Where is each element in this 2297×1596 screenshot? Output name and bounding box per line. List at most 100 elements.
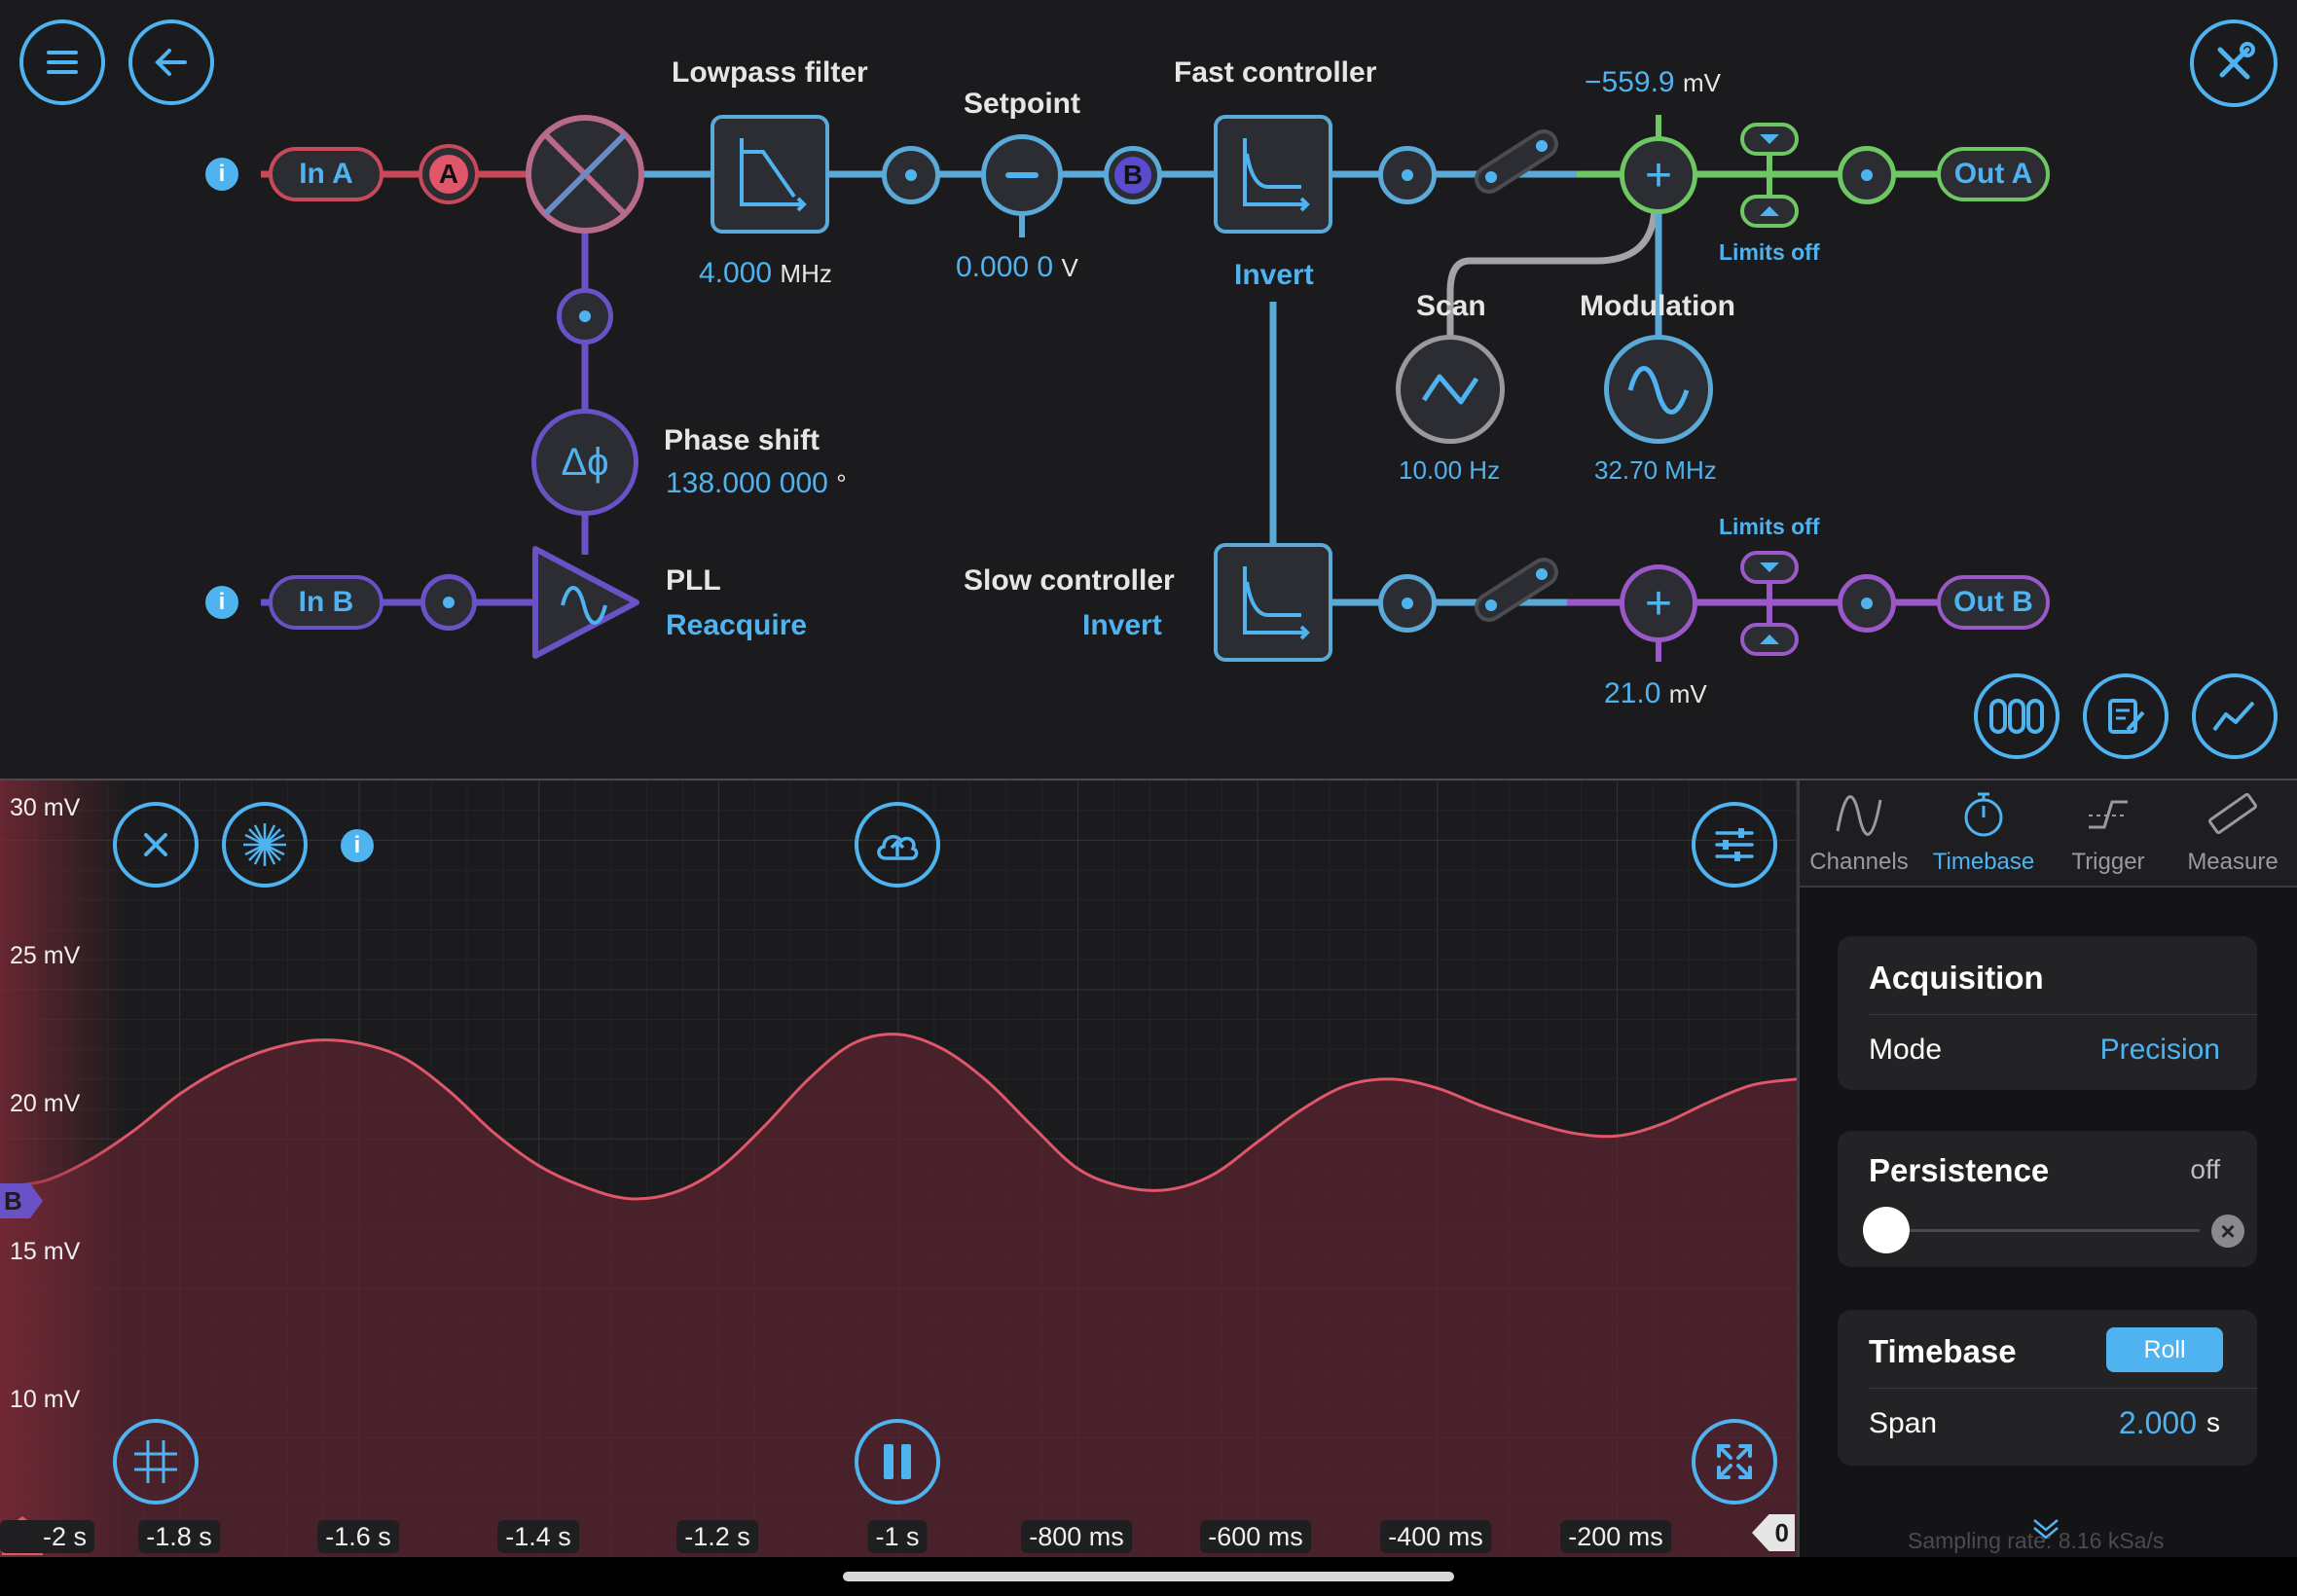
y-tick-label: 30 mV: [10, 794, 81, 821]
pause-icon: [884, 1444, 911, 1479]
plus-icon: +: [1644, 577, 1673, 630]
scan-generator[interactable]: [1396, 335, 1505, 444]
channel-a-marker-label: A: [429, 155, 468, 194]
triangle-down-icon: [1760, 134, 1779, 144]
connection-node[interactable]: [1838, 146, 1896, 204]
persistence-slider-thumb[interactable]: [1863, 1207, 1910, 1253]
input-b-button[interactable]: In B: [269, 575, 383, 630]
cloud-upload-icon: [877, 835, 919, 860]
back-button[interactable]: [128, 19, 214, 105]
controller-response-icon: [1243, 138, 1310, 212]
connection-node[interactable]: [1838, 574, 1896, 633]
connection-node[interactable]: [557, 288, 613, 345]
fast-controller-block[interactable]: [1214, 115, 1332, 234]
tab-trigger[interactable]: Trigger: [2046, 784, 2170, 882]
node-dot-icon: [579, 310, 591, 322]
phase-shift-value: 138.000 000: [666, 467, 828, 499]
mode-value[interactable]: Precision: [2100, 1034, 2220, 1067]
info-icon-scope[interactable]: i: [341, 829, 374, 862]
tab-channels[interactable]: Channels: [1797, 784, 1921, 882]
fast-controller-invert[interactable]: Invert: [1234, 259, 1314, 292]
setpoint-subtract-node[interactable]: [981, 134, 1063, 216]
span-label: Span: [1869, 1407, 1938, 1439]
y-tick-label: 10 mV: [10, 1386, 81, 1413]
mixer-icon[interactable]: [522, 111, 648, 237]
modulation-generator[interactable]: [1604, 335, 1713, 444]
separator: [1869, 1388, 2257, 1389]
offset-b-row[interactable]: 21.0 mV: [1604, 677, 1707, 710]
output-switch-a[interactable]: [1470, 123, 1563, 200]
limits-a-status[interactable]: Limits off: [1719, 239, 1820, 266]
setpoint-value-row[interactable]: 0.000 0 V: [956, 251, 1078, 284]
x-tick-label: -1.2 s: [676, 1520, 758, 1553]
clear-button[interactable]: [113, 802, 199, 888]
input-a-button[interactable]: In A: [269, 147, 383, 201]
channel-b-marker[interactable]: B: [1104, 146, 1162, 204]
scan-frequency[interactable]: 10.00 Hz: [1399, 455, 1500, 486]
modulation-frequency[interactable]: 32.70 MHz: [1594, 455, 1717, 486]
offset-a-unit: mV: [1682, 68, 1721, 97]
tab-label: Measure: [2187, 849, 2279, 875]
output-switch-b[interactable]: [1470, 551, 1563, 629]
notes-button[interactable]: [2083, 673, 2169, 759]
info-icon-in-a[interactable]: i: [205, 158, 238, 191]
home-indicator[interactable]: [843, 1572, 1454, 1581]
persistence-clear-icon[interactable]: ×: [2211, 1215, 2244, 1248]
adder-b-node[interactable]: +: [1620, 564, 1697, 642]
lowpass-filter-block[interactable]: [711, 115, 829, 234]
offset-a-row[interactable]: −559.9 mV: [1585, 66, 1721, 99]
modulation-title: Modulation: [1580, 290, 1735, 322]
scope-settings-button[interactable]: [1692, 802, 1777, 888]
export-button[interactable]: [855, 802, 940, 888]
channel-a-marker[interactable]: A: [419, 144, 479, 204]
node-dot-icon: [1861, 169, 1873, 181]
slow-controller-invert[interactable]: Invert: [1082, 609, 1162, 642]
phase-shift-block[interactable]: Δϕ: [531, 409, 638, 516]
acquisition-card: Acquisition Mode Precision: [1838, 936, 2257, 1090]
plot-view-button[interactable]: [2192, 673, 2278, 759]
pause-button[interactable]: [855, 1419, 940, 1505]
oscilloscope-plot[interactable]: 30 mV 25 mV 20 mV 15 mV 10 mV B i 0: [0, 780, 1797, 1557]
sliders-icon: [1715, 828, 1754, 861]
persistence-slider-track[interactable]: [1877, 1229, 2200, 1232]
menu-button[interactable]: [19, 19, 105, 105]
signal-flow-panel: i i In A In B A Lowpass filter 4.000 MHz…: [0, 0, 2297, 779]
tab-measure[interactable]: Measure: [2170, 784, 2295, 882]
output-b-button[interactable]: Out B: [1937, 575, 2050, 630]
numeric-view-button[interactable]: [1974, 673, 2060, 759]
lower-limit-b-button[interactable]: [1740, 623, 1799, 656]
expand-icon: [1717, 1444, 1752, 1479]
lower-limit-a-button[interactable]: [1740, 195, 1799, 228]
connection-node[interactable]: [1378, 146, 1437, 204]
line-chart-icon: [2212, 701, 2255, 732]
info-icon-in-b[interactable]: i: [205, 586, 238, 619]
offset-b-value: 21.0: [1604, 677, 1661, 709]
lowpass-filter-icon: [740, 138, 807, 212]
tab-timebase[interactable]: Timebase: [1921, 784, 2046, 882]
phase-shift-unit: °: [836, 469, 847, 498]
tools-button[interactable]: [2190, 19, 2278, 107]
connection-node[interactable]: [1378, 574, 1437, 633]
connection-node[interactable]: [882, 146, 940, 204]
phase-shift-value-row[interactable]: 138.000 000 °: [666, 467, 847, 500]
upper-limit-a-button[interactable]: [1740, 123, 1799, 156]
timebase-title: Timebase: [1869, 1333, 2017, 1369]
slow-controller-block[interactable]: [1214, 543, 1332, 662]
sine-wave-icon: [1836, 795, 1882, 836]
controller-response-icon: [1243, 566, 1310, 640]
roll-mode-toggle[interactable]: Roll: [2106, 1327, 2223, 1372]
limits-b-status[interactable]: Limits off: [1719, 514, 1820, 540]
fullscreen-button[interactable]: [1692, 1419, 1777, 1505]
cursor-button[interactable]: [113, 1419, 199, 1505]
span-value[interactable]: 2.000: [2119, 1405, 2197, 1441]
pll-block[interactable]: [526, 541, 646, 664]
lowpass-filter-value-row[interactable]: 4.000 MHz: [699, 257, 832, 290]
adder-a-node[interactable]: +: [1620, 136, 1697, 214]
connection-node[interactable]: [420, 574, 477, 631]
node-dot-icon: [1861, 598, 1873, 609]
output-a-button[interactable]: Out A: [1937, 147, 2050, 201]
pll-reacquire-button[interactable]: Reacquire: [666, 609, 807, 642]
x-tick-label: -400 ms: [1380, 1520, 1491, 1553]
autoscale-button[interactable]: [222, 802, 308, 888]
upper-limit-b-button[interactable]: [1740, 551, 1799, 584]
